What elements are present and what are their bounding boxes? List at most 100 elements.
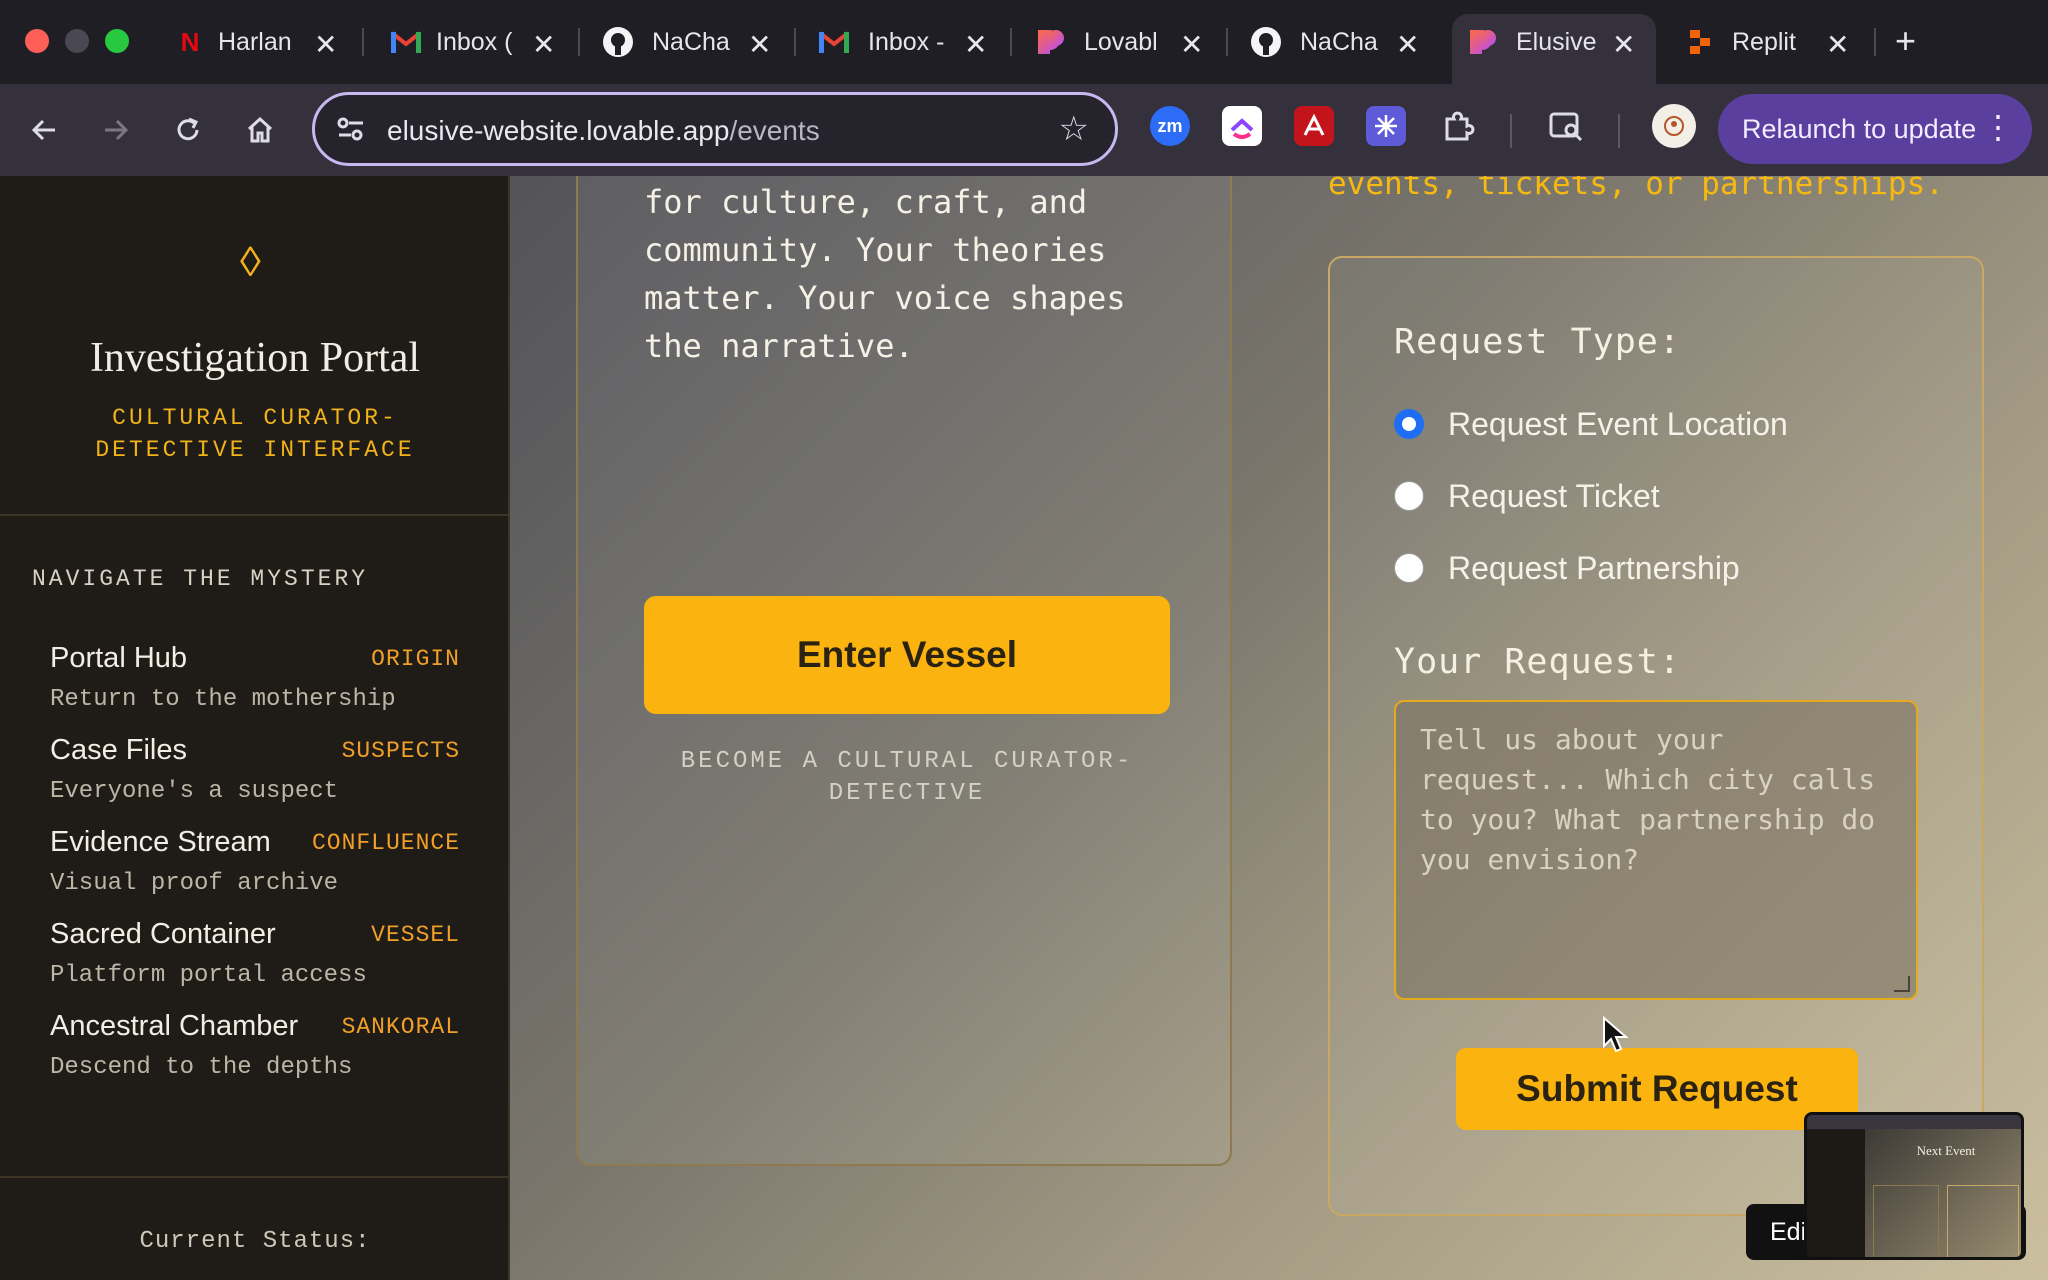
url-host: elusive-website.lovable.app [387,115,730,146]
browser-tab[interactable]: Replit ✕ [1644,14,1864,70]
page-content: ◊ Investigation Portal CULTURAL CURATOR-… [0,176,2048,1280]
netflix-icon: N [180,26,200,57]
new-tab-icon[interactable]: + [1895,20,1916,62]
preview-card [1947,1185,2019,1257]
browser-tab[interactable]: Inbox - ✕ [782,14,998,70]
close-window-button[interactable] [25,29,49,53]
sidebar: ◊ Investigation Portal CULTURAL CURATOR-… [0,176,510,1280]
tab-search-icon[interactable] [1546,106,1586,146]
maximize-window-button[interactable] [105,29,129,53]
profile-avatar-icon[interactable] [1652,104,1696,148]
browser-tab[interactable]: Lovabl ✕ [998,14,1214,70]
current-status-label: Current Status: [139,1228,371,1255]
request-textarea[interactable]: Tell us about your request... Which city… [1394,700,1918,1000]
tab-separator [1874,28,1876,56]
close-tab-icon[interactable]: ✕ [964,28,987,61]
portal-title: Investigation Portal [89,335,421,381]
browser-tab[interactable]: Inbox ( ✕ [350,14,566,70]
more-menu-icon[interactable]: ⋮ [1982,108,2014,146]
enter-vessel-button[interactable]: Enter Vessel [644,596,1170,714]
browser-tab[interactable]: NaCha ✕ [566,14,782,70]
sidebar-item-desc: Platform portal access [50,962,367,989]
nav-heading: NAVIGATE THE MYSTERY [32,566,369,592]
tab-title: Inbox - [868,28,945,56]
sidebar-item-label: Ancestral Chamber [50,1010,299,1042]
forward-arrow-icon[interactable] [94,108,138,152]
perplexity-icon[interactable] [1366,106,1406,146]
your-request-label: Your Request: [1394,642,1681,682]
url-path: /events [729,115,820,146]
radio-label: Request Event Location [1448,405,1788,442]
sidebar-item-case-files[interactable]: Case Files SUSPECTS Everyone's a suspect [50,734,460,818]
browser-toolbar: elusive-website.lovable.app/events ☆ zm … [0,84,2048,176]
zoom-icon[interactable]: zm [1150,106,1190,146]
browser-tab[interactable]: N Harlan ✕ [134,14,350,70]
sidebar-item-tag: VESSEL [371,922,460,948]
close-tab-icon[interactable]: ✕ [1396,28,1419,61]
tab-title: Lovabl [1084,28,1158,56]
relaunch-to-update-button[interactable]: Relaunch to update ⋮ [1718,94,2032,164]
radio-label: Request Ticket [1448,477,1660,514]
address-bar[interactable]: elusive-website.lovable.app/events ☆ [312,92,1118,166]
sidebar-item-portal-hub[interactable]: Portal Hub ORIGIN Return to the mothersh… [50,642,460,726]
page-preview-thumbnail[interactable]: Next Event [1804,1112,2024,1260]
close-tab-icon[interactable]: ✕ [1180,28,1203,61]
bookmark-star-icon[interactable]: ☆ [1059,109,1089,149]
sidebar-item-tag: CONFLUENCE [311,830,460,856]
request-form-card: Request Type: Request Event Location Req… [1328,256,1984,1216]
close-tab-icon[interactable]: ✕ [314,28,337,61]
edit-label: Edi [1770,1218,1807,1246]
close-tab-icon[interactable]: ✕ [532,28,555,61]
replit-icon [1684,26,1716,58]
home-icon[interactable] [238,108,282,152]
close-tab-icon[interactable]: ✕ [748,28,771,61]
gmail-icon [390,26,422,58]
sidebar-item-desc: Everyone's a suspect [50,778,339,805]
browser-tab-active[interactable]: Elusive ✕ [1452,14,1656,84]
acrobat-icon[interactable] [1294,106,1334,146]
preview-title: Next Event [1916,1143,1976,1158]
radio-request-ticket[interactable]: Request Ticket [1394,476,1954,516]
vessel-card: for culture, craft, and community. Your … [576,176,1232,1166]
portal-subtitle: CULTURAL CURATOR-DETECTIVE INTERFACE [95,405,415,463]
resize-handle-icon[interactable] [1894,976,1910,992]
radio-selected-icon[interactable] [1394,409,1424,439]
preview-card [1873,1185,1939,1257]
vessel-body-text: for culture, craft, and community. Your … [644,183,1126,365]
preview-bar [1807,1115,2021,1129]
site-settings-icon[interactable] [335,113,369,147]
tab-title: Elusive [1516,28,1596,56]
vessel-caption: BECOME A CULTURAL CURATOR-DETECTIVE [680,748,1134,807]
github-icon [1250,26,1282,58]
mouse-cursor-icon [1602,1015,1630,1061]
tab-title: NaCha [652,28,730,56]
sidebar-item-desc: Descend to the depths [50,1054,353,1081]
sidebar-item-label: Case Files [50,734,187,766]
gmail-icon [818,26,850,58]
toolbar-separator [1510,114,1512,148]
radio-unselected-icon[interactable] [1394,481,1424,511]
sidebar-item-sacred-container[interactable]: Sacred Container VESSEL Platform portal … [50,918,460,1002]
sidebar-item-ancestral-chamber[interactable]: Ancestral Chamber SANKORAL Descend to th… [50,1010,460,1094]
minimize-window-button[interactable] [65,29,89,53]
back-arrow-icon[interactable] [22,108,66,152]
sidebar-divider [0,1176,510,1178]
clickup-icon[interactable] [1222,106,1262,146]
radio-unselected-icon[interactable] [1394,553,1424,583]
radio-request-partnership[interactable]: Request Partnership [1394,548,1954,588]
sidebar-item-tag: SUSPECTS [341,738,460,764]
tab-title: Harlan [218,28,292,56]
close-tab-icon[interactable]: ✕ [1826,28,1849,61]
diamond-logo-icon: ◊ [240,238,261,285]
browser-tab-bar: N Harlan ✕ Inbox ( ✕ NaCha ✕ Inbox - ✕ L… [0,0,2048,84]
puzzle-icon[interactable] [1438,106,1478,146]
tab-title: NaCha [1300,28,1378,56]
sidebar-item-label: Portal Hub [50,642,188,674]
browser-tab[interactable]: NaCha ✕ [1214,14,1430,70]
sidebar-item-tag: ORIGIN [371,646,460,672]
submit-request-button[interactable]: Submit Request [1456,1048,1858,1130]
sidebar-item-evidence-stream[interactable]: Evidence Stream CONFLUENCE Visual proof … [50,826,460,910]
radio-request-event-location[interactable]: Request Event Location [1394,404,1954,444]
reload-icon[interactable] [166,108,210,152]
close-tab-icon[interactable]: ✕ [1612,28,1635,61]
